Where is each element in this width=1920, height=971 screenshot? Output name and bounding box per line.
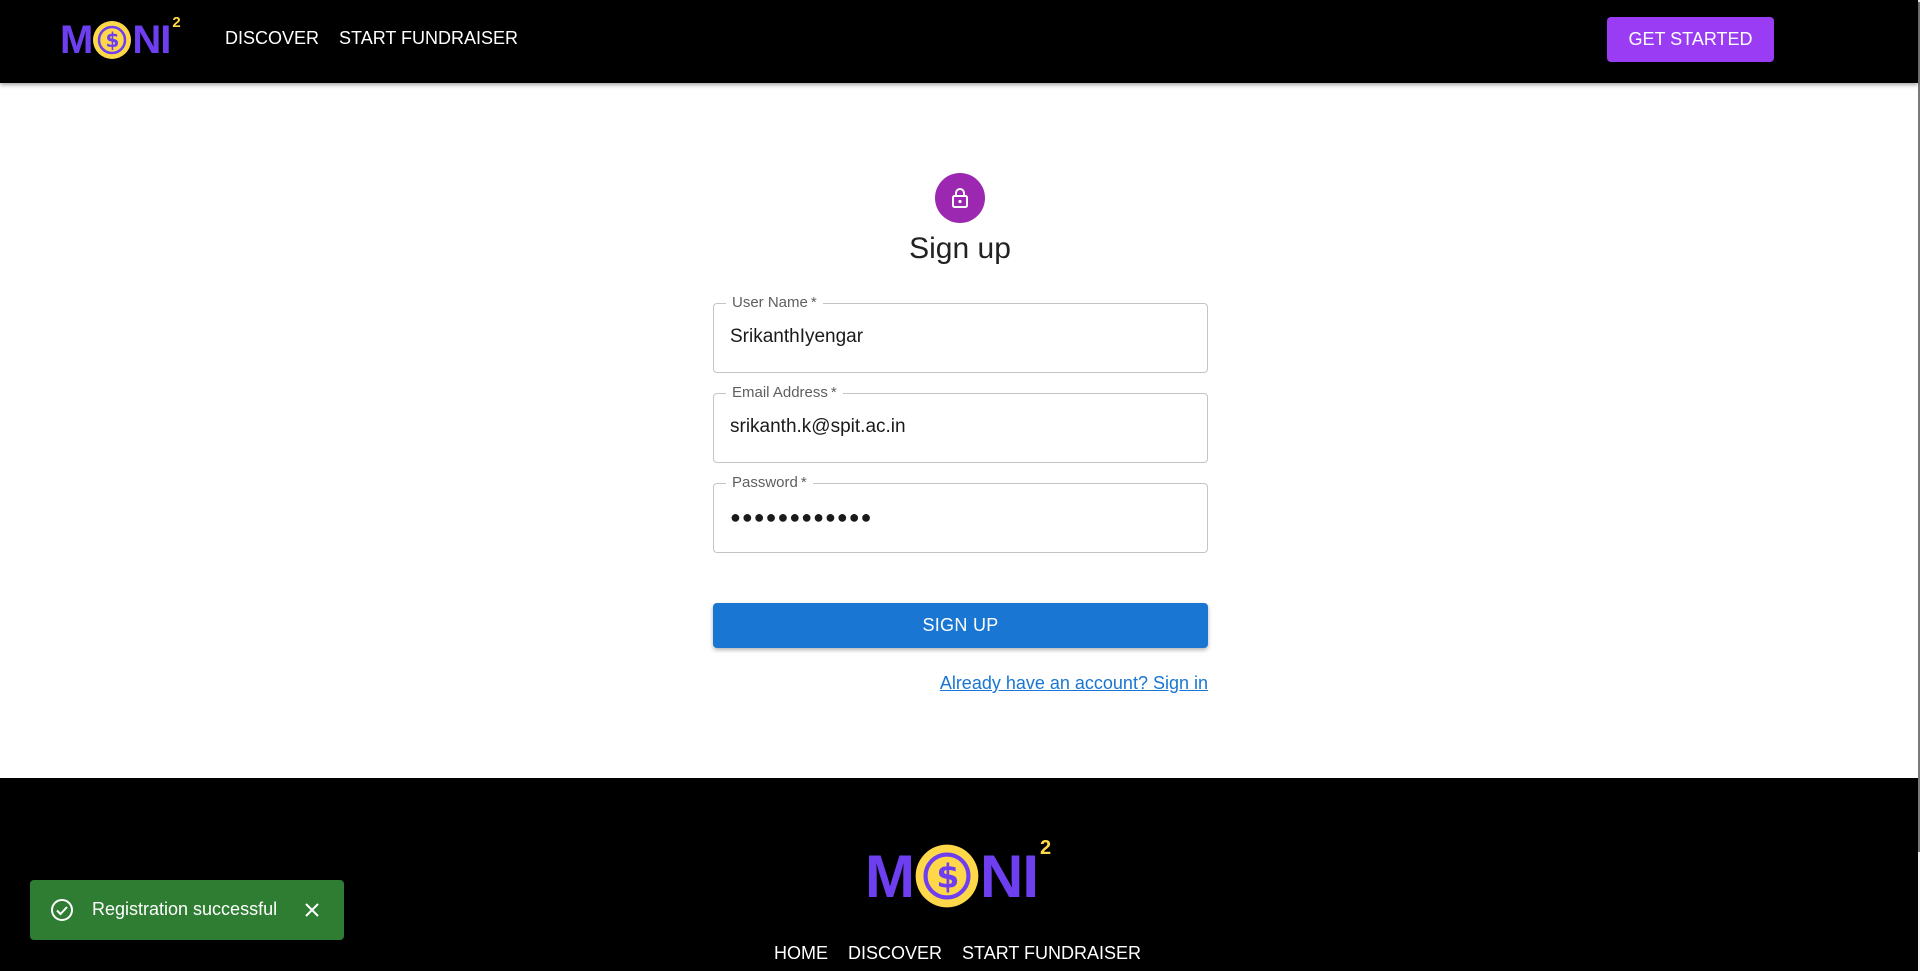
username-field[interactable]: User Name * SrikanthIyengar: [713, 294, 1208, 373]
logo-superscript: 2: [172, 13, 181, 31]
get-started-button[interactable]: GET STARTED: [1607, 17, 1774, 62]
required-mark: *: [810, 294, 817, 311]
footer-nav: HOME DISCOVER START FUNDRAISER: [774, 943, 1141, 964]
nav-start-fundraiser[interactable]: START FUNDRAISER: [339, 28, 518, 49]
brand-logo[interactable]: M $ NI 2: [60, 13, 181, 64]
check-circle-icon: [51, 899, 73, 921]
lock-icon: [952, 188, 968, 208]
required-mark: *: [800, 474, 807, 491]
email-label: Email Address *: [726, 384, 843, 402]
logo-superscript: 2: [1039, 836, 1052, 859]
nav-discover[interactable]: DISCOVER: [225, 28, 319, 49]
password-input[interactable]: ●●●●●●●●●●●●: [730, 507, 872, 528]
success-toast: Registration successful: [30, 880, 344, 940]
logo-text-start: M: [60, 17, 93, 62]
dollar-coin-icon: $: [915, 844, 979, 908]
top-navbar: M $ NI 2 DISCOVER START FUNDRAISER GET S…: [0, 0, 1918, 83]
svg-text:$: $: [106, 28, 119, 52]
logo-text-end: NI: [979, 842, 1039, 910]
footer-logo[interactable]: M $ NI 2: [865, 836, 1052, 914]
toast-message: Registration successful: [92, 899, 278, 919]
lock-avatar: [935, 173, 985, 223]
page-title: Sign up: [909, 232, 1011, 265]
footer-nav-discover[interactable]: DISCOVER: [848, 943, 942, 964]
password-label: Password *: [726, 474, 813, 492]
svg-text:$: $: [936, 857, 957, 896]
username-input[interactable]: SrikanthIyengar: [730, 326, 863, 348]
email-field[interactable]: Email Address * srikanth.k@spit.ac.in: [713, 384, 1208, 463]
sign-in-link[interactable]: Already have an account? Sign in: [940, 673, 1208, 694]
email-input[interactable]: srikanth.k@spit.ac.in: [730, 416, 906, 438]
logo-wordmark: M $ NI: [60, 16, 171, 64]
sign-up-button[interactable]: SIGN UP: [713, 603, 1208, 648]
footer-nav-home[interactable]: HOME: [774, 943, 828, 964]
header-nav: DISCOVER START FUNDRAISER: [225, 28, 518, 49]
logo-text-end: NI: [132, 17, 171, 62]
logo-wordmark: M $ NI: [865, 838, 1039, 914]
required-mark: *: [830, 384, 837, 401]
close-icon[interactable]: [302, 900, 322, 920]
logo-text-start: M: [865, 842, 915, 910]
footer: M $ NI 2 HOME DISCOVER START FUNDRAISER: [0, 778, 1918, 971]
footer-nav-start-fundraiser[interactable]: START FUNDRAISER: [962, 943, 1141, 964]
username-label: User Name *: [726, 294, 823, 312]
password-field[interactable]: Password * ●●●●●●●●●●●●: [713, 474, 1208, 553]
dollar-coin-icon: $: [93, 21, 132, 59]
